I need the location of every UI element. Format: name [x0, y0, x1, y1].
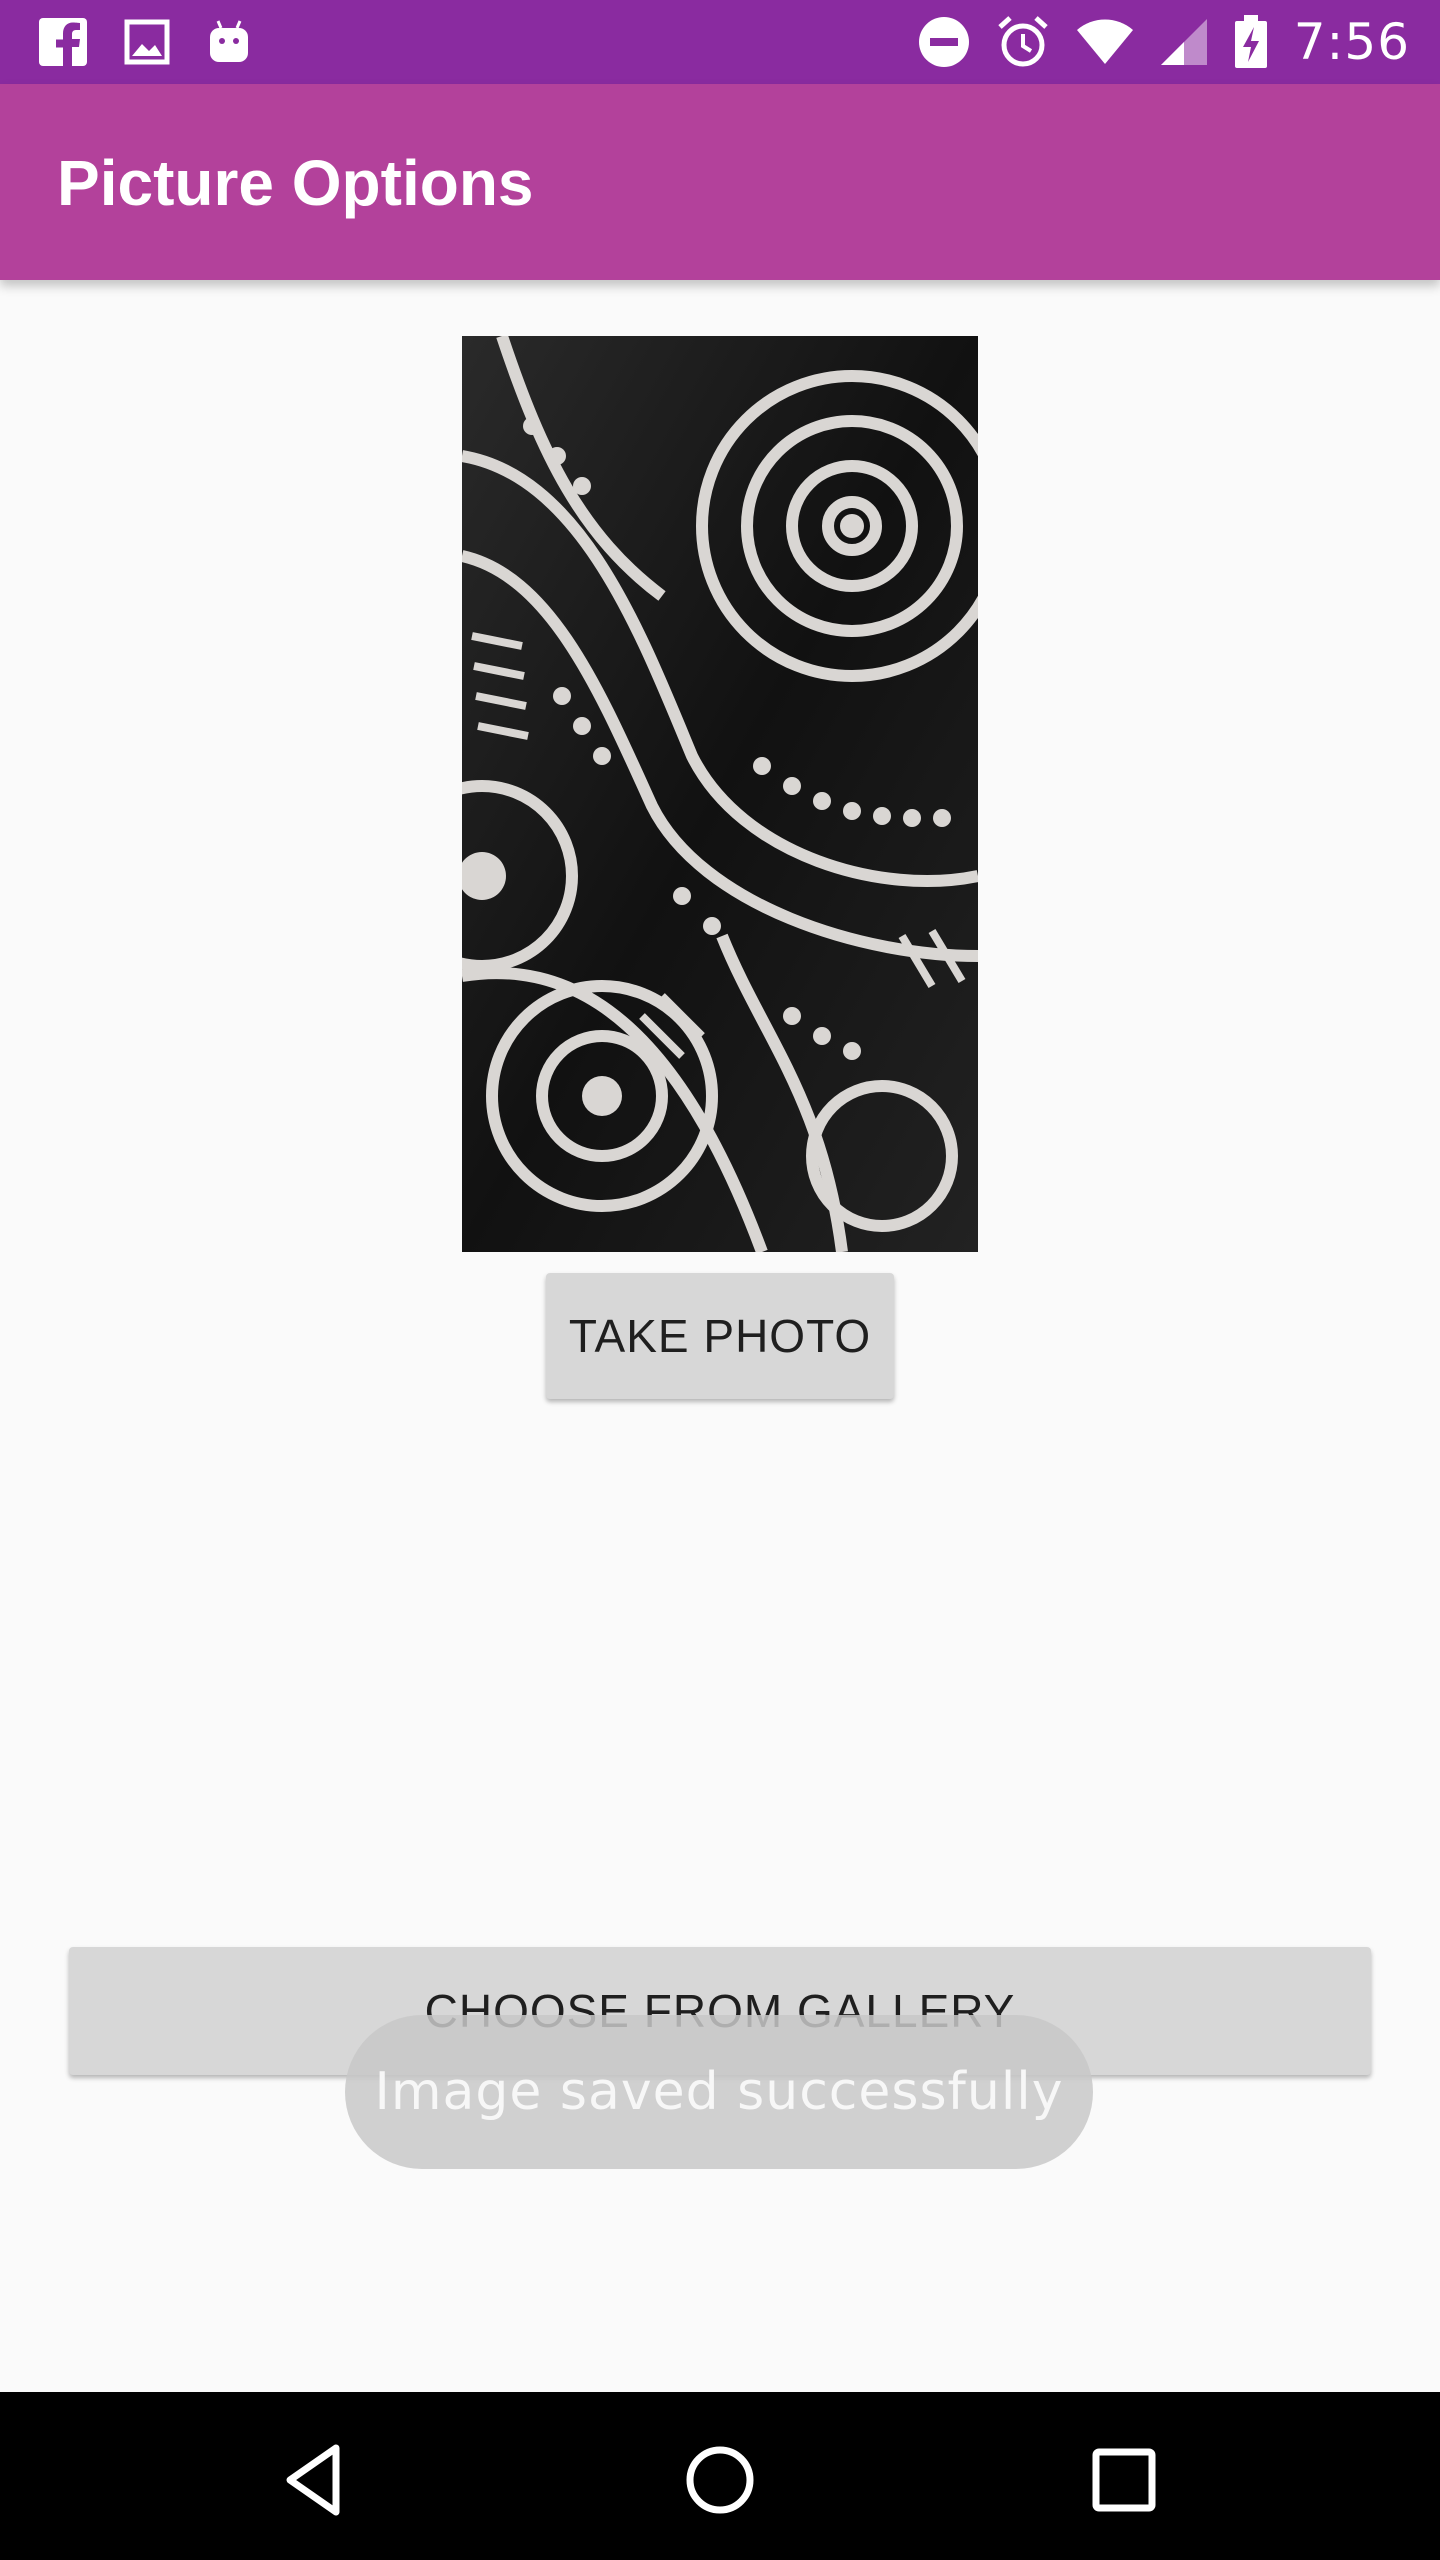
recents-icon[interactable]	[1084, 2440, 1164, 2520]
alarm-icon	[998, 16, 1048, 67]
back-icon[interactable]	[276, 2440, 356, 2520]
battery-charging-icon	[1234, 15, 1267, 68]
mandala-pattern-image	[386, 334, 1008, 1255]
gallery-icon	[124, 19, 170, 65]
toast-message: Image saved successfully	[345, 2015, 1093, 2169]
system-icons: 7:56	[918, 0, 1410, 84]
wifi-icon	[1076, 19, 1133, 64]
clock: 7:56	[1293, 13, 1410, 71]
app-bar: Picture Options	[0, 84, 1440, 280]
android-icon	[210, 20, 248, 62]
take-photo-button[interactable]: TAKE PHOTO	[546, 1273, 894, 1399]
photo-preview	[386, 334, 1008, 1255]
home-icon[interactable]	[680, 2440, 760, 2520]
cell-signal-icon	[1160, 19, 1207, 65]
page-title: Picture Options	[57, 147, 534, 219]
status-bar: 7:56	[0, 0, 1440, 84]
facebook-icon	[39, 18, 87, 67]
do-not-disturb-icon	[918, 17, 969, 67]
notification-icons	[38, 16, 252, 68]
